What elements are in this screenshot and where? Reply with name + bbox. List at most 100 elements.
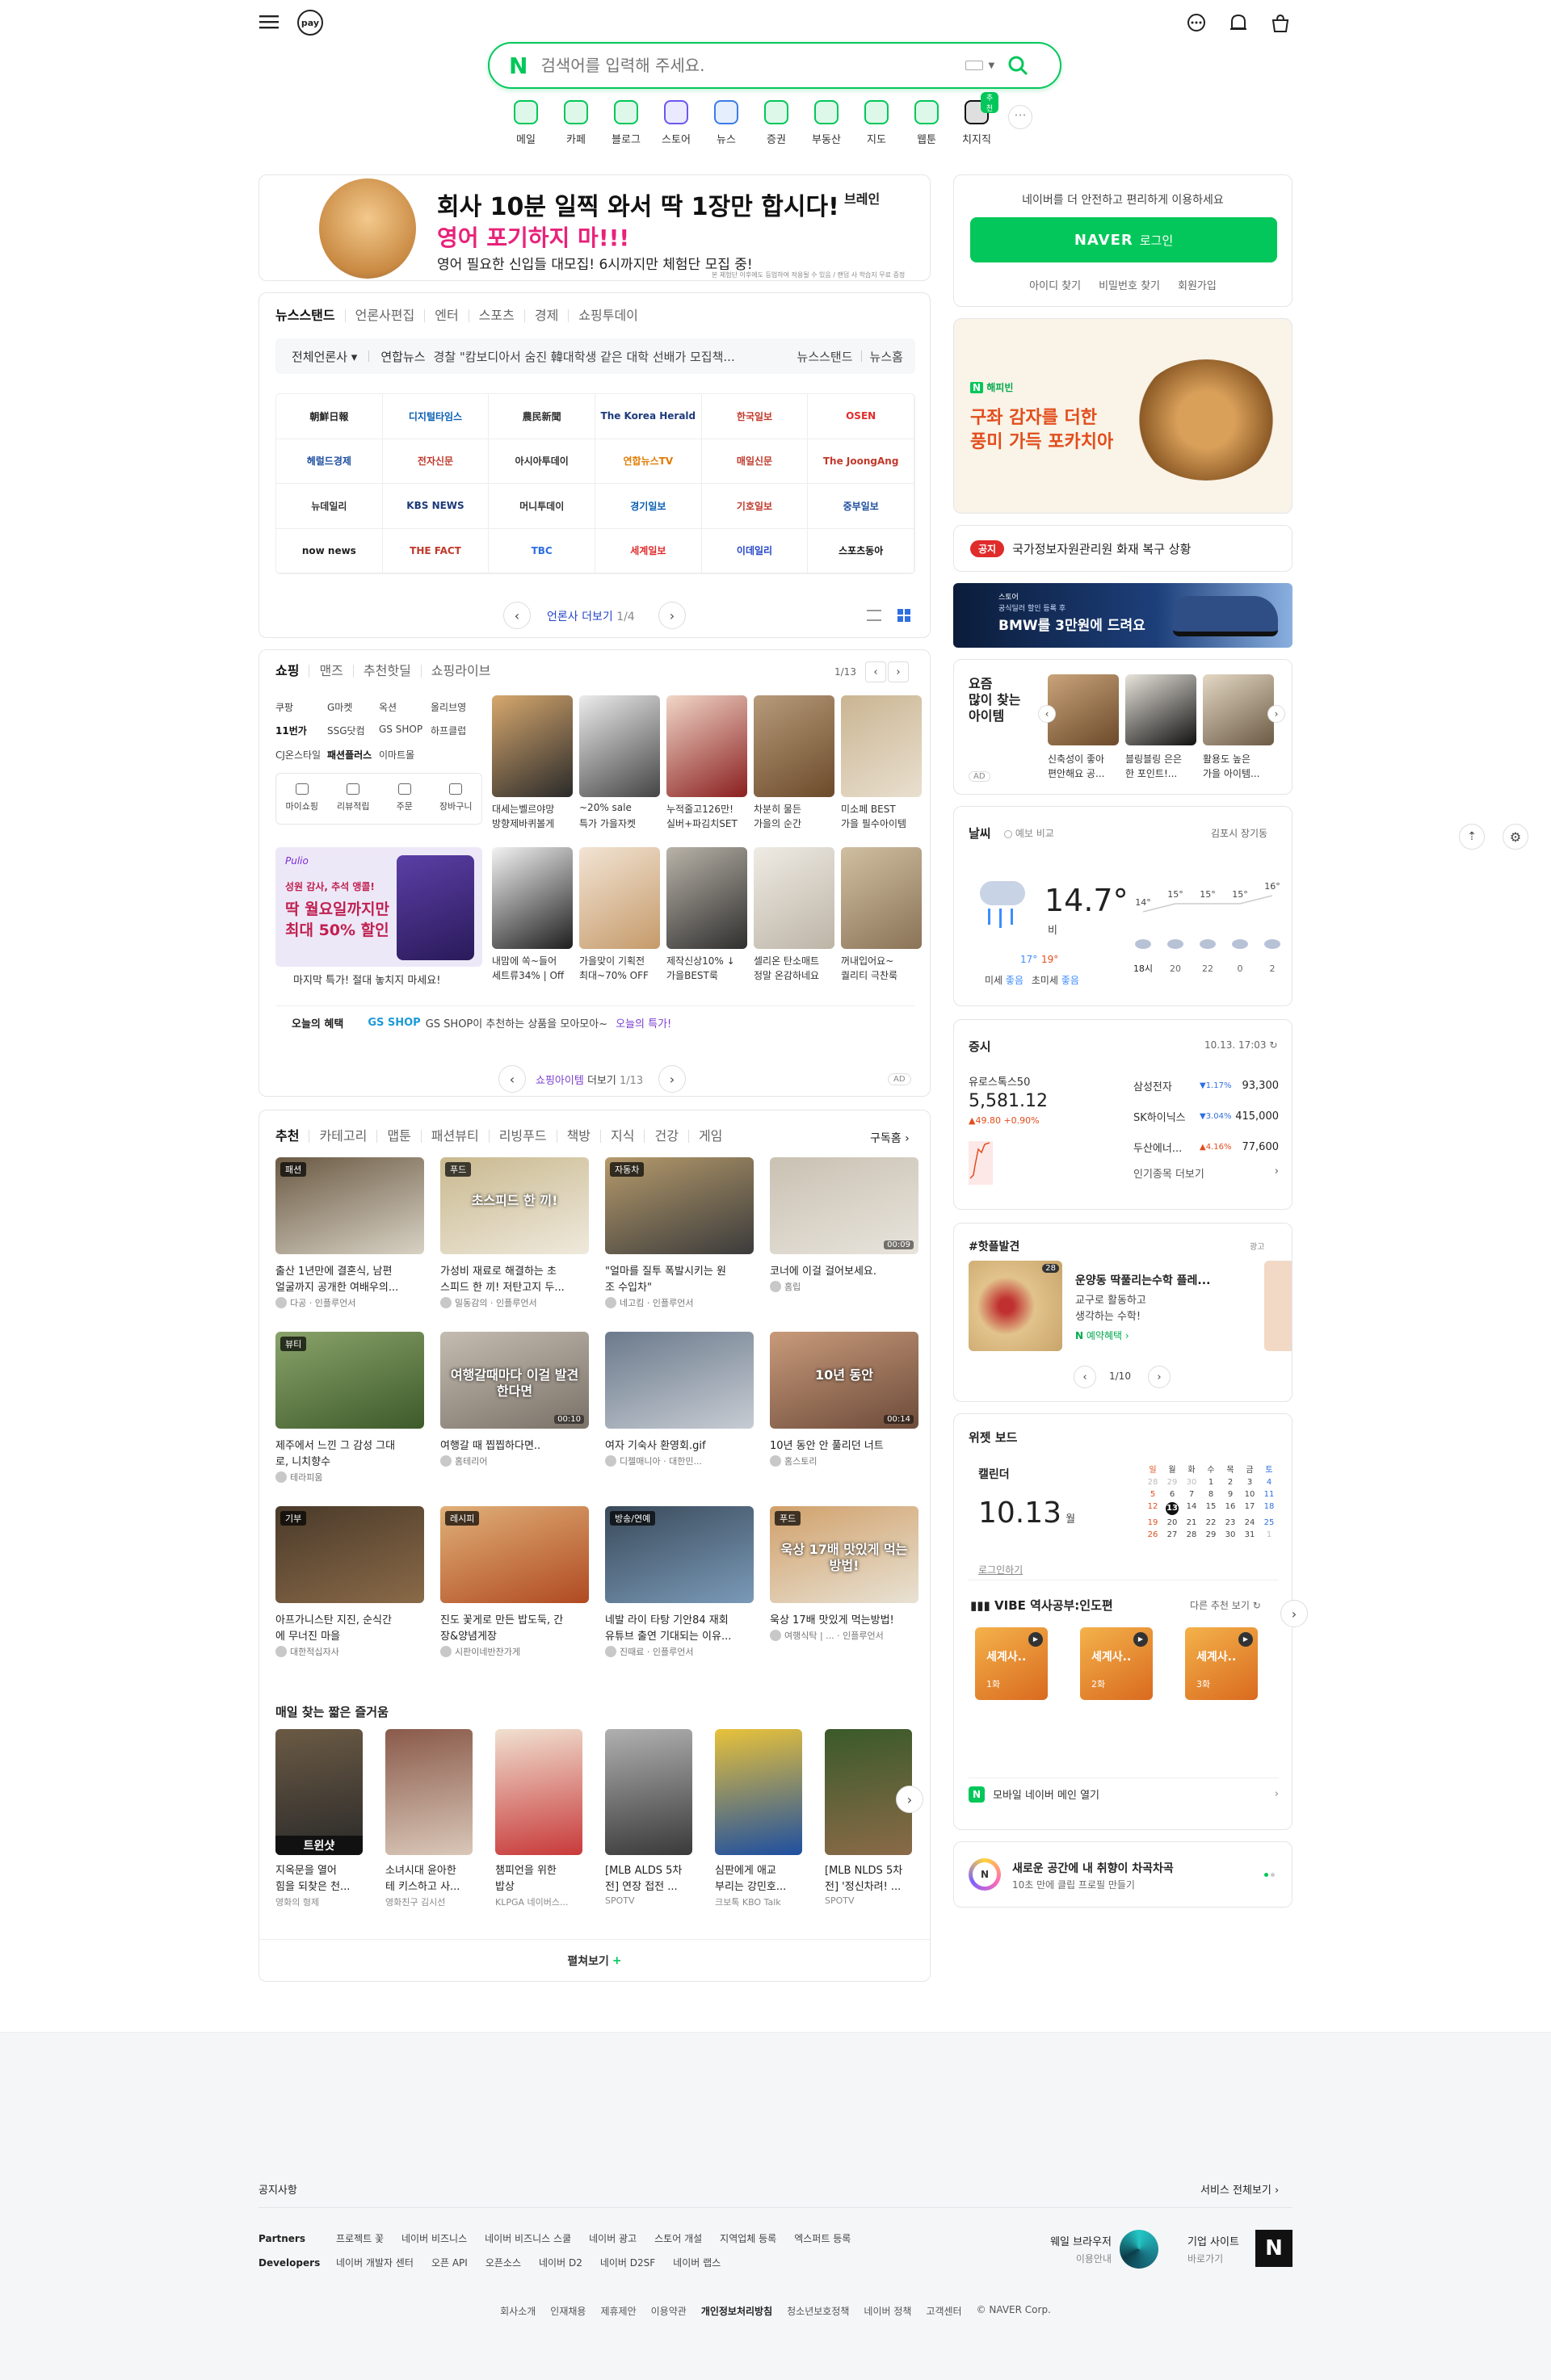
shortcut-news[interactable]: 뉴스 (704, 97, 748, 153)
footer-notice[interactable]: 공지사항 (258, 2181, 297, 2197)
product-caption-1[interactable]: ~20% sale (579, 802, 663, 813)
naver-pay-button[interactable]: pay (297, 10, 323, 36)
feed-thumbnail[interactable]: 패션 (275, 1157, 424, 1254)
developer-link[interactable]: 네이버 개발자 센터 (336, 2256, 414, 2269)
feed-author[interactable]: 홈스토리 (770, 1454, 922, 1467)
shopping-tab-0[interactable]: 쇼핑 (266, 665, 310, 678)
shortcut-store[interactable]: 스토어 (654, 97, 698, 153)
clip-author[interactable]: 영화친구 김시선 (385, 1895, 487, 1908)
shortcut-map[interactable]: 지도 (855, 97, 898, 153)
press-logo[interactable]: KBS NEWS (382, 484, 490, 529)
calendar-day[interactable]: 7 (1182, 1490, 1201, 1499)
popular-item-caption-1[interactable]: 신축성이 좋아 (1048, 752, 1122, 766)
feed-author[interactable]: 네고킴 · 인플루언서 (605, 1296, 757, 1309)
press-logo[interactable]: 연합뉴스TV (595, 439, 702, 484)
feed-caption-2[interactable]: 얼굴까지 공개한 여배우의... (275, 1278, 427, 1294)
calendar-day[interactable]: 3 (1240, 1478, 1259, 1487)
clip-caption-2[interactable]: 밥상 (495, 1878, 597, 1893)
popular-prev-button[interactable]: ‹ (1038, 705, 1056, 723)
press-logo[interactable]: 세계일보 (595, 528, 702, 573)
calendar-day[interactable]: 29 (1162, 1478, 1182, 1487)
search-icon[interactable] (1007, 55, 1028, 76)
benefit-link[interactable]: 오늘의 특가! (616, 1015, 671, 1030)
product-image[interactable] (492, 847, 573, 949)
footer-bottom-link[interactable]: 이용약관 (651, 2304, 687, 2318)
press-logo[interactable]: The Korea Herald (595, 394, 702, 439)
store-link[interactable]: 11번가 (275, 724, 327, 741)
popular-item-caption-1[interactable]: 블링블링 은은 (1125, 752, 1200, 766)
calendar-day[interactable]: 14 (1182, 1502, 1201, 1515)
shortcut-webtoon[interactable]: 웹툰 (905, 97, 948, 153)
shopping-next-button[interactable]: › (888, 661, 909, 682)
hotplace-name[interactable]: 운양동 딱풀리는수학 플레... (1075, 1272, 1210, 1288)
clip-caption-1[interactable]: 심판에게 애교 (715, 1862, 817, 1877)
press-logo[interactable]: 헤럴드경제 (276, 439, 383, 484)
product-image[interactable] (841, 847, 922, 949)
product-caption-1[interactable]: 가을맞이 기획전 (579, 954, 663, 968)
newsstand-tab-4[interactable]: 경제 (525, 309, 570, 322)
feed-caption-1[interactable]: 10년 동안 안 풀리던 너트 (770, 1437, 922, 1452)
product-caption-2[interactable]: 특가 가을자켓 (579, 816, 663, 830)
clip-caption-2[interactable]: 힘을 되찾은 천... (275, 1878, 377, 1893)
shopping-tab-2[interactable]: 추천핫딜 (354, 665, 422, 678)
footer-bottom-link[interactable]: 제휴제안 (600, 2304, 636, 2318)
hotplace-cta[interactable]: N 예약혜택 › (1075, 1329, 1129, 1342)
footer-bottom-link[interactable]: 개인정보처리방침 (701, 2304, 772, 2318)
feed-author[interactable]: 대한적십자사 (275, 1645, 427, 1658)
popular-next-button[interactable]: › (1267, 705, 1285, 723)
press-logo[interactable]: 農民新聞 (489, 394, 595, 439)
clip-caption-1[interactable]: [MLB NLDS 5차 (825, 1862, 927, 1877)
shopping-prev-button[interactable]: ‹ (865, 661, 886, 682)
store-link[interactable]: GS SHOP (379, 724, 431, 741)
calendar-day[interactable]: 21 (1182, 1518, 1201, 1527)
feed-thumbnail[interactable]: 기부 (275, 1506, 424, 1603)
developer-link[interactable]: 네이버 D2 (539, 2256, 582, 2269)
feed-caption-1[interactable]: 가성비 재료로 해결하는 초 (440, 1262, 592, 1278)
clip-thumbnail[interactable]: 트윈샷 (275, 1729, 363, 1855)
store-link[interactable]: G마켓 (327, 700, 379, 717)
feed-caption-2[interactable]: 스피드 한 끼! 저탄고지 두... (440, 1278, 592, 1294)
calendar-day[interactable]: 12 (1143, 1502, 1162, 1515)
notification-button[interactable] (1226, 11, 1250, 36)
calendar-day[interactable]: 27 (1162, 1530, 1182, 1539)
popular-stocks-link[interactable]: 인기종목 더보기 › (1133, 1165, 1279, 1181)
calendar-day[interactable]: 4 (1259, 1478, 1279, 1487)
calendar-day[interactable]: 25 (1259, 1518, 1279, 1527)
feed-author[interactable]: 홈테리어 (440, 1454, 592, 1467)
product-caption-1[interactable]: 내맘에 쏙~들어 (492, 954, 576, 968)
footer-bottom-link[interactable]: 회사소개 (500, 2304, 536, 2318)
shortcut-mail[interactable]: 메일 (504, 97, 548, 153)
feed-caption-2[interactable]: 에 무너진 마을 (275, 1627, 427, 1643)
shortcut-stock[interactable]: 증권 (754, 97, 798, 153)
calendar-day[interactable]: 16 (1221, 1502, 1240, 1515)
feed-thumbnail[interactable]: 푸드 욱상 17배 맛있게 먹는 방법! (770, 1506, 918, 1603)
feed-tab-5[interactable]: 책방 (557, 1130, 602, 1143)
calendar-day[interactable]: 20 (1162, 1518, 1182, 1527)
weather-location[interactable]: 김포시 장기동 (1211, 826, 1267, 840)
product-caption-1[interactable]: 꺼내입어요~ (841, 954, 925, 968)
feed-thumbnail[interactable]: 방송/연예 (605, 1506, 754, 1603)
popular-item-caption-1[interactable]: 활용도 높은 (1203, 752, 1277, 766)
feed-thumbnail[interactable]: 00:09 (770, 1157, 918, 1254)
popular-item-image[interactable] (1203, 674, 1274, 745)
shopping-tab-3[interactable]: 쇼핑라이브 (422, 665, 501, 678)
feed-thumbnail[interactable]: 레시피 (440, 1506, 589, 1603)
benefit-bar[interactable]: 오늘의 혜택 GS SHOP GS SHOP이 추천하는 상품을 모아모아~ 오… (275, 1005, 915, 1039)
clip-caption-2[interactable]: 부리는 강민호... (715, 1878, 817, 1893)
whale-link[interactable]: 웨일 브라우저 이용안내 (1047, 2233, 1112, 2265)
press-logo[interactable]: now news (276, 528, 383, 573)
store-link[interactable]: 하프클럽 (431, 724, 482, 741)
vibe-cover[interactable]: 세계사.. 1화 ▶ (975, 1627, 1048, 1700)
clip-author[interactable]: SPOTV (825, 1895, 927, 1906)
feed-thumbnail[interactable]: 자동차 (605, 1157, 754, 1254)
product-caption-2[interactable]: 가을의 순간 (754, 816, 838, 830)
press-logo[interactable]: OSEN (808, 394, 914, 439)
clip-caption-1[interactable]: 지옥문을 열어 (275, 1862, 377, 1877)
clip-caption-2[interactable]: 테 키스하고 사... (385, 1878, 487, 1893)
calendar-day[interactable]: 23 (1221, 1518, 1240, 1527)
vibe-cover[interactable]: 세계사.. 2화 ▶ (1080, 1627, 1153, 1700)
shopping-bag-button[interactable] (1268, 11, 1292, 36)
feed-author[interactable]: 테라피움 (275, 1471, 427, 1484)
calendar-day[interactable]: 26 (1143, 1530, 1162, 1539)
product-image[interactable] (666, 695, 747, 797)
